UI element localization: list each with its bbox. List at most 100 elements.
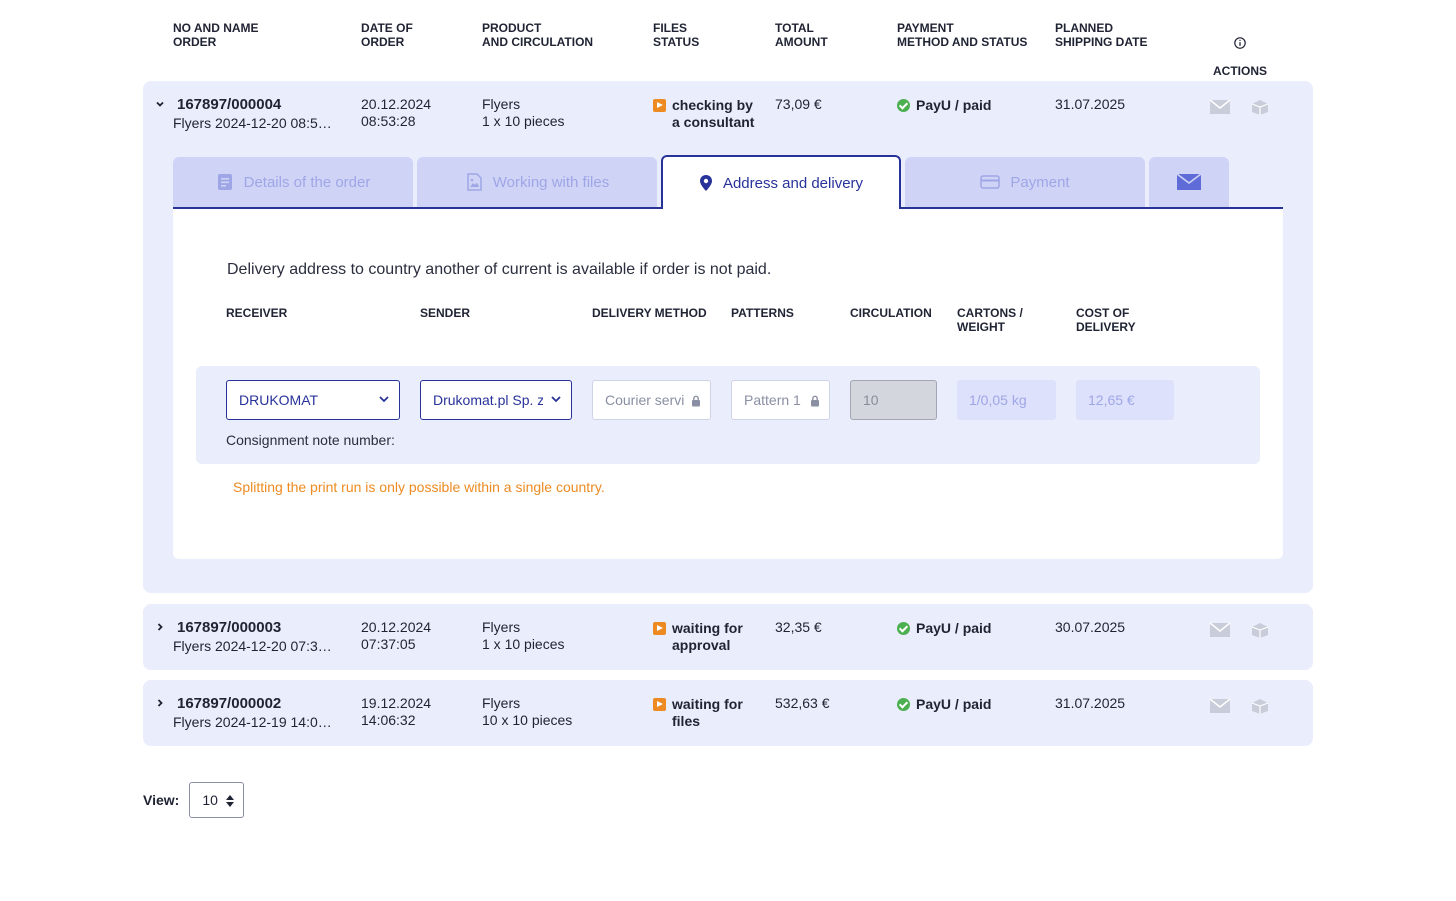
view-label: View: bbox=[143, 792, 180, 808]
order-product: Flyers 10 x 10 pieces bbox=[482, 695, 573, 728]
check-circle-icon bbox=[897, 622, 910, 635]
col-total: TOTAL AMOUNT bbox=[775, 21, 828, 49]
check-circle-icon bbox=[897, 698, 910, 711]
order-total: 532,63 € bbox=[775, 695, 830, 711]
delivery-cost-field: 12,65 € bbox=[1076, 380, 1174, 420]
order-date: 20.12.2024 07:37:05 bbox=[361, 619, 432, 652]
lock-icon bbox=[692, 395, 700, 407]
chevron-right-icon[interactable] bbox=[155, 622, 165, 632]
tab-address[interactable]: Address and delivery bbox=[661, 155, 901, 209]
receiver-value: DRUKOMAT bbox=[239, 392, 319, 408]
order-row[interactable]: 167897/000003 Flyers 2024-12-20 07:3… 20… bbox=[143, 604, 1313, 670]
col-files: FILES STATUS bbox=[653, 21, 700, 49]
box-icon[interactable] bbox=[1249, 98, 1271, 116]
order-name: Flyers 2024-12-20 08:5… bbox=[173, 115, 332, 131]
envelope-icon[interactable] bbox=[1209, 621, 1231, 639]
order-date: 19.12.2024 14:06:32 bbox=[361, 695, 432, 728]
envelope-icon[interactable] bbox=[1209, 697, 1231, 715]
col-actions: ACTIONS bbox=[1205, 23, 1275, 78]
credit-card-icon bbox=[980, 175, 1001, 189]
col-shipping: PLANNED SHIPPING DATE bbox=[1055, 21, 1148, 49]
shipping-date: 31.07.2025 bbox=[1055, 96, 1126, 112]
split-warning: Splitting the print run is only possible… bbox=[233, 479, 605, 495]
tab-details-label: Details of the order bbox=[243, 173, 371, 191]
cartons-weight-field: 1/0,05 kg bbox=[957, 380, 1056, 420]
order-number[interactable]: 167897/000002 bbox=[177, 695, 281, 712]
files-status: waiting for approval bbox=[672, 620, 743, 653]
order-total: 73,09 € bbox=[775, 96, 822, 112]
tab-details[interactable]: Details of the order bbox=[173, 157, 413, 207]
shipment-row: DRUKOMAT Drukomat.pl Sp. z o.o. Courier … bbox=[196, 366, 1260, 464]
table-header: NO AND NAME ORDER DATE OF ORDER PRODUCT … bbox=[0, 21, 1456, 78]
col-circulation: CIRCULATION bbox=[850, 306, 932, 320]
sender-value: Drukomat.pl Sp. z o.o. bbox=[433, 392, 543, 408]
envelope-icon[interactable] bbox=[1209, 98, 1231, 116]
play-status-icon bbox=[653, 622, 666, 635]
page-size-control: View: 10 bbox=[143, 782, 245, 818]
tab-payment-label: Payment bbox=[1010, 173, 1070, 191]
tab-files-label: Working with files bbox=[492, 173, 610, 191]
image-file-icon bbox=[467, 173, 482, 191]
box-icon[interactable] bbox=[1249, 621, 1271, 639]
receiver-select[interactable]: DRUKOMAT bbox=[226, 380, 400, 420]
sender-select[interactable]: Drukomat.pl Sp. z o.o. bbox=[420, 380, 572, 420]
order-name: Flyers 2024-12-20 07:3… bbox=[173, 638, 332, 654]
col-order: NO AND NAME ORDER bbox=[173, 21, 259, 49]
lock-icon bbox=[811, 395, 819, 407]
col-receiver: RECEIVER bbox=[226, 306, 288, 320]
check-circle-icon bbox=[897, 99, 910, 112]
col-date: DATE OF ORDER bbox=[361, 21, 413, 49]
delivery-note: Delivery address to country another of c… bbox=[227, 261, 772, 278]
document-icon bbox=[217, 174, 232, 190]
actions-label: ACTIONS bbox=[1213, 64, 1267, 78]
col-cost: COST OF DELIVERY bbox=[1076, 306, 1136, 334]
col-delivery-method: DELIVERY METHOD bbox=[592, 306, 707, 320]
play-status-icon bbox=[653, 99, 666, 112]
col-cartons-weight: CARTONS / WEIGHT bbox=[957, 306, 1023, 334]
chevron-down-icon bbox=[551, 396, 561, 403]
col-patterns: PATTERNS bbox=[731, 306, 794, 320]
order-row[interactable]: 167897/000002 Flyers 2024-12-19 14:0… 19… bbox=[143, 680, 1313, 746]
pattern-value: Pattern 1 bbox=[744, 392, 801, 408]
order-tabs: Details of the order Working with files … bbox=[173, 155, 1283, 209]
circulation-field: 10 bbox=[850, 380, 937, 420]
info-icon[interactable] bbox=[1234, 37, 1246, 49]
order-row-expanded: 167897/000004 Flyers 2024-12-20 08:5… 20… bbox=[143, 81, 1313, 593]
pattern-field: Pattern 1 bbox=[731, 380, 830, 420]
shipping-date: 30.07.2025 bbox=[1055, 619, 1126, 635]
play-status-icon bbox=[653, 698, 666, 711]
delivery-method-field: Courier service bbox=[592, 380, 711, 420]
page-size-value: 10 bbox=[202, 792, 218, 808]
envelope-icon bbox=[1176, 173, 1202, 190]
location-pin-icon bbox=[699, 175, 712, 191]
chevron-down-icon[interactable] bbox=[155, 99, 165, 109]
files-status: waiting for files bbox=[672, 696, 743, 729]
payment-status: PayU / paid bbox=[916, 696, 992, 712]
tab-files[interactable]: Working with files bbox=[417, 157, 657, 207]
consignment-label: Consignment note number: bbox=[226, 432, 395, 448]
chevron-down-icon bbox=[379, 396, 389, 403]
order-product: Flyers 1 x 10 pieces bbox=[482, 96, 565, 129]
tab-payment[interactable]: Payment bbox=[905, 157, 1145, 207]
order-date: 20.12.2024 08:53:28 bbox=[361, 96, 432, 129]
col-payment: PAYMENT METHOD AND STATUS bbox=[897, 21, 1028, 49]
page-size-select[interactable]: 10 bbox=[189, 782, 245, 818]
chevron-right-icon[interactable] bbox=[155, 698, 165, 708]
delivery-method-value: Courier service bbox=[605, 392, 684, 408]
order-total: 32,35 € bbox=[775, 619, 822, 635]
sort-arrows-icon bbox=[226, 795, 235, 807]
col-sender: SENDER bbox=[420, 306, 471, 320]
delivery-panel: Delivery address to country another of c… bbox=[173, 209, 1283, 559]
order-number[interactable]: 167897/000003 bbox=[177, 619, 281, 636]
col-product: PRODUCT AND CIRCULATION bbox=[482, 21, 594, 49]
files-status: checking by a consultant bbox=[672, 97, 755, 130]
order-name: Flyers 2024-12-19 14:0… bbox=[173, 714, 332, 730]
order-product: Flyers 1 x 10 pieces bbox=[482, 619, 565, 652]
tab-messages[interactable] bbox=[1149, 157, 1229, 207]
payment-status: PayU / paid bbox=[916, 620, 992, 636]
shipping-date: 31.07.2025 bbox=[1055, 695, 1126, 711]
order-number[interactable]: 167897/000004 bbox=[177, 96, 281, 113]
box-icon[interactable] bbox=[1249, 697, 1271, 715]
payment-status: PayU / paid bbox=[916, 97, 992, 113]
tab-address-label: Address and delivery bbox=[722, 174, 864, 192]
